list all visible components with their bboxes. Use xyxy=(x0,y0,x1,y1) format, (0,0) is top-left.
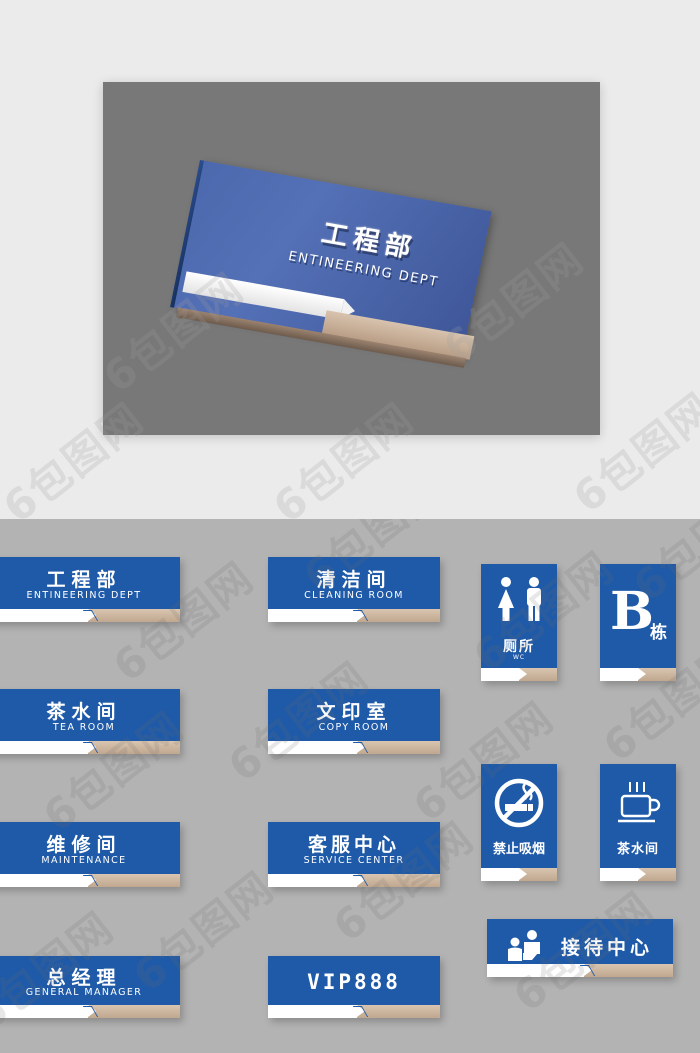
sign-chinese-title: 文印室 xyxy=(316,701,392,723)
sign-plate-building-b: B 栋 xyxy=(600,564,676,681)
sign-text-block: 工程部 ENTINEERING DEPT xyxy=(263,204,471,295)
sign-plate-general-manager: 总经理 GENERAL MANAGER xyxy=(0,956,180,1018)
building-letter: B xyxy=(610,581,654,642)
sign-white-arrow xyxy=(0,1005,96,1018)
sign-plate-cleaning: 清洁间 CLEANING ROOM xyxy=(268,557,440,622)
no-smoking-icon xyxy=(481,777,557,829)
sign-plate-restroom: 厕所 WC xyxy=(481,564,557,681)
restroom-male-female-icon xyxy=(481,576,557,622)
sign-white-arrow xyxy=(268,874,366,887)
sign-chinese-title: 维修间 xyxy=(46,834,122,856)
sign-english-title: MAINTENANCE xyxy=(41,855,127,866)
sign-white-arrow xyxy=(487,964,592,977)
sign-white-arrow xyxy=(481,868,527,881)
sign-white-arrow xyxy=(600,668,646,681)
sign-english-title: GENERAL MANAGER xyxy=(25,987,143,998)
sign-face: 工程部 ENTINEERING DEPT xyxy=(174,160,492,368)
signage-grid-section: 工程部 ENTINEERING DEPT 清洁间 CLEANING ROOM 厕… xyxy=(0,519,700,1053)
hero-3d-sign: 工程部 ENTINEERING DEPT xyxy=(170,160,520,368)
sign-english-title: SERVICE CENTER xyxy=(303,855,405,866)
sign-white-arrow xyxy=(0,609,96,622)
sign-chinese-title: 禁止吸烟 xyxy=(492,842,545,857)
sign-plate-maintenance: 维修间 MAINTENANCE xyxy=(0,822,180,887)
sign-chinese-title: 清洁间 xyxy=(316,569,392,591)
sign-plate-engineering: 工程部 ENTINEERING DEPT xyxy=(0,557,180,622)
sign-plate-vip888: VIP888 xyxy=(268,956,440,1018)
sign-chinese-title: 茶水间 xyxy=(616,842,659,857)
sign-chinese-title: 接待中心 xyxy=(561,937,654,959)
sign-chinese-title: 工程部 xyxy=(46,569,122,591)
sign-english-title: ENTINEERING DEPT xyxy=(26,590,142,601)
sign-plate-pantry: 茶水间 xyxy=(600,764,676,881)
sign-english-title: WC xyxy=(512,654,526,661)
sign-english-title: TEA ROOM xyxy=(52,722,116,733)
sign-english-title: COPY ROOM xyxy=(318,722,390,733)
sign-white-arrow xyxy=(268,609,366,622)
sign-chinese-title: 厕所 xyxy=(503,639,535,655)
sign-white-arrow xyxy=(0,741,96,754)
sign-white-arrow xyxy=(481,668,527,681)
sign-chinese-title: 总经理 xyxy=(46,967,122,989)
signage-mockup-image: 工程部 ENTINEERING DEPT 6包图网 6包图网 6包图网 6包图网… xyxy=(0,0,700,1053)
sign-english-title: CLEANING ROOM xyxy=(304,590,404,601)
reception-desk-icon xyxy=(505,929,551,965)
sign-chinese-title: 客服中心 xyxy=(307,834,400,856)
sign-white-arrow xyxy=(268,1005,366,1018)
sign-chinese-title: 茶水间 xyxy=(46,701,122,723)
sign-plate-no-smoking: 禁止吸烟 xyxy=(481,764,557,881)
sign-white-arrow xyxy=(0,874,96,887)
sign-chinese-title: VIP888 xyxy=(307,970,401,994)
building-chinese-suffix: 栋 xyxy=(650,623,667,643)
coffee-cup-icon xyxy=(600,780,676,828)
sign-plate-service-center: 客服中心 SERVICE CENTER xyxy=(268,822,440,887)
sign-plate-reception: 接待中心 xyxy=(487,919,673,977)
sign-plate-copyroom: 文印室 COPY ROOM xyxy=(268,689,440,754)
sign-white-arrow xyxy=(268,741,366,754)
sign-white-arrow xyxy=(600,868,646,881)
sign-plate-tearoom: 茶水间 TEA ROOM xyxy=(0,689,180,754)
hero-section: 工程部 ENTINEERING DEPT 6包图网 6包图网 6包图网 6包图网… xyxy=(0,0,700,519)
